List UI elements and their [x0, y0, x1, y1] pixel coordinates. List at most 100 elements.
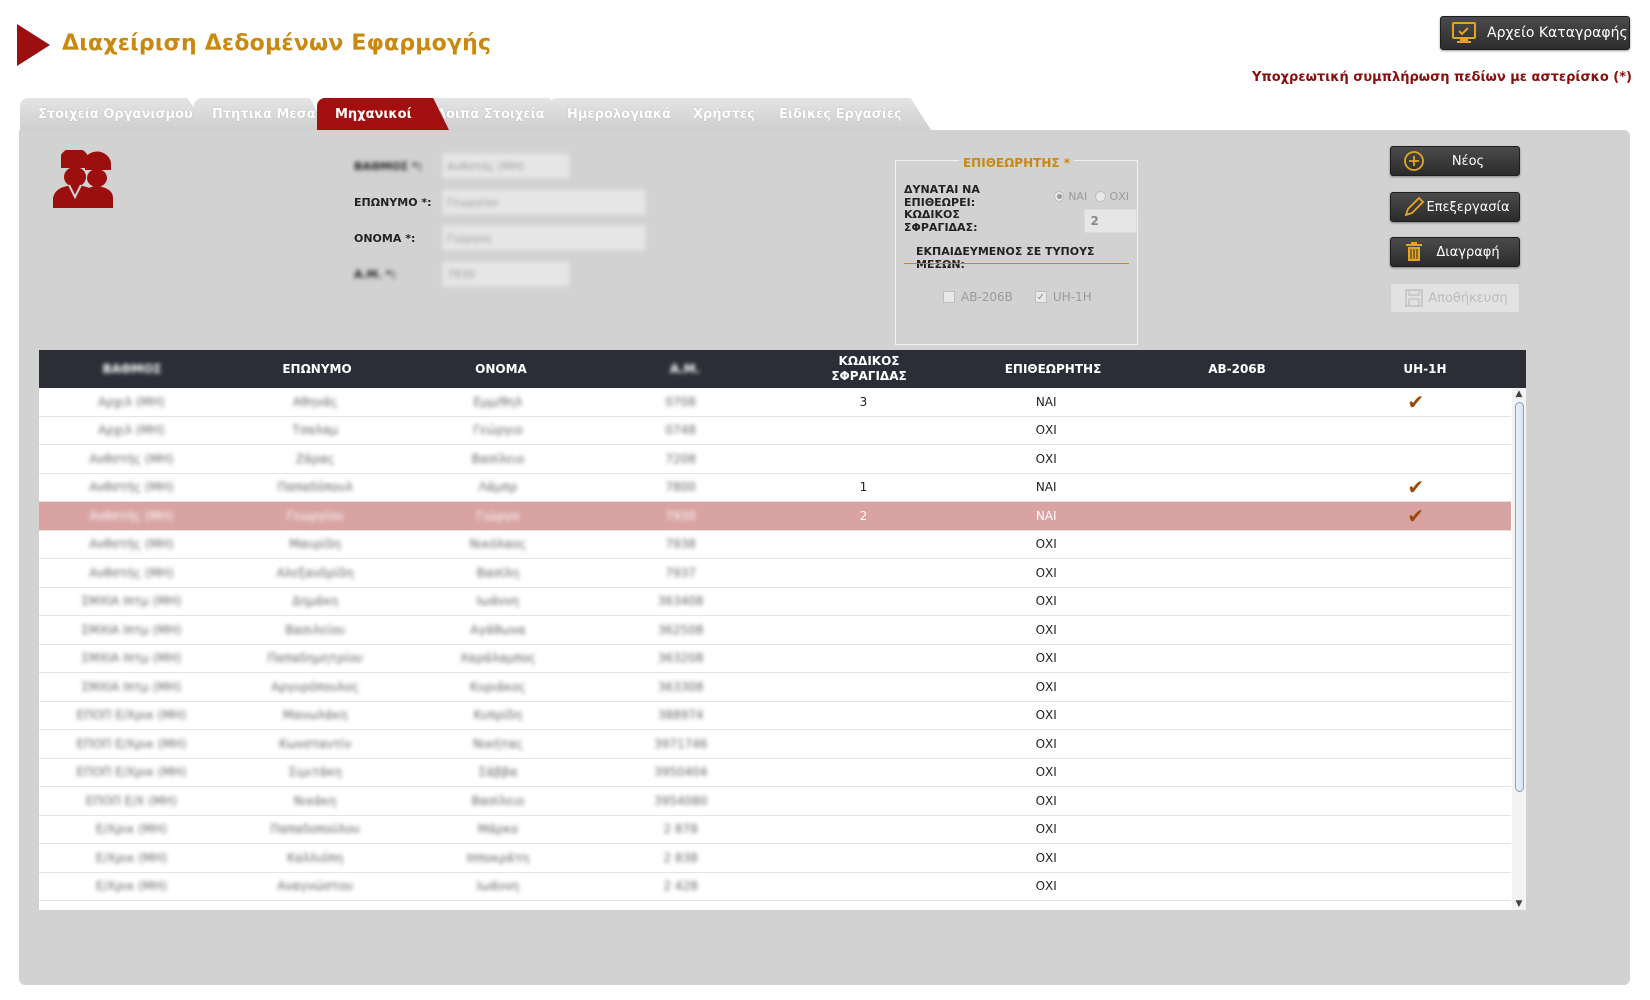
cell-inspector: ΟΧΙ [1035, 879, 1057, 894]
cell-ab206 [1138, 730, 1321, 758]
cell-surname: Δημάκη [292, 594, 339, 609]
tab-aircraft[interactable]: Πτητικά Μέσα [194, 98, 326, 130]
cell-uh1h [1320, 702, 1511, 730]
cell-rank: Ανθστής (ΜΗ) [89, 451, 174, 466]
surname-field-row: ΕΠΩΝΥΜΟ *: Γεωργίου [354, 189, 646, 215]
table-row[interactable]: ΣΜΧΙΑ Ιπτμ (ΜΗ) Δημάκη Ιωάννη 363408 ΟΧΙ [39, 588, 1511, 616]
cell-rank: Ανθστής (ΜΗ) [89, 508, 174, 523]
table-row[interactable]: ΕΠΟΠ Ε/Χ (ΜΗ) Νικάκη Βασίλειο 3954080 ΟΧΙ [39, 787, 1511, 816]
cell-inspector: ΟΧΙ [1035, 850, 1057, 865]
col-rank[interactable]: ΒΑΘΜΟΣ [39, 350, 225, 388]
tab-special-tasks[interactable]: Ειδικές Εργασίες [761, 98, 931, 130]
col-inspector[interactable]: ΕΠΙΘΕΩΡΗΤΗΣ [961, 350, 1145, 388]
scroll-up-icon[interactable]: ▲ [1512, 388, 1526, 400]
log-file-button[interactable]: Αρχείο Καταγραφής [1440, 16, 1630, 50]
cell-seal [772, 559, 955, 587]
table-row[interactable]: ΣΜΧΙΑ Ιπτμ (ΜΗ) Αργυρόπουλος Κυριάκος 36330… [39, 673, 1511, 702]
table-row[interactable]: Ανθστής (ΜΗ) Γεωργίου Γιώργο 7930 2 ΝΑΙ ✔ [39, 502, 1511, 531]
table-row[interactable]: Ανθστής (ΜΗ) Παπαδόπουλ Λάμπρ 7800 1 ΝΑΙ ✔ [39, 474, 1511, 502]
delete-button-label: Διαγραφή [1436, 244, 1500, 260]
plus-circle-icon [1404, 151, 1424, 171]
cell-surname: Παπαδοπούλου [270, 822, 360, 837]
scroll-thumb[interactable] [1515, 402, 1524, 792]
cell-am: 0708 [665, 394, 696, 409]
cell-seal: 1 [859, 480, 868, 495]
surname-input[interactable]: Γεωργίου [442, 189, 646, 215]
cell-am: 2 878 [663, 822, 698, 837]
cell-seal [772, 673, 955, 701]
table-header: ΒΑΘΜΟΣ ΕΠΩΝΥΜΟ ΟΝΟΜΑ Α.Μ. ΚΩΔΙΚΟΣ ΣΦΡΑΓΙ… [39, 350, 1526, 388]
cell-seal [772, 702, 955, 730]
cell-am: 363208 [657, 651, 704, 666]
table-row[interactable]: Αρχιλ (ΜΗ) Αθηνάς Εμμ/θηλ 0708 3 ΝΑΙ ✔ [39, 388, 1511, 417]
table-row[interactable]: ΕΠΟΠ Ε/Χρικ (ΜΗ) Σιμιτάκη Σάββα 3950404 ΟΧΙ [39, 759, 1511, 787]
cell-rank: ΣΜΧΙΑ Ιπτμ (ΜΗ) [81, 622, 182, 637]
cell-ab206 [1138, 502, 1321, 530]
cell-ab206 [1138, 673, 1321, 701]
yes-radio[interactable] [1053, 190, 1065, 202]
delete-button[interactable]: Διαγραφή [1390, 237, 1520, 267]
table-row[interactable]: ΕΠΟΠ Ε/Χρικ (ΜΗ) Κωνσταντίν Νικήτας 3971746… [39, 730, 1511, 759]
am-input[interactable]: 7930 [442, 261, 570, 287]
table-row[interactable]: Ανθστής (ΜΗ) Ζάρας Βασίλειο 7208 ΟΧΙ [39, 445, 1511, 474]
cell-inspector: ΟΧΙ [1035, 822, 1057, 837]
divider [904, 263, 1129, 264]
table-row[interactable]: Ε/Χρικ (ΜΗ) Παπαδοπούλου Μάρκο 2 878 ΟΧΙ [39, 816, 1511, 844]
cell-ab206 [1138, 844, 1321, 872]
cell-uh1h [1320, 531, 1511, 559]
rank-input[interactable]: Ανθστής (ΜΗ) [442, 153, 570, 179]
trained-types-label: ΕΚΠΑΙΔΕΥΜΕΝΟΣ ΣΕ ΤΥΠΟΥΣ ΜΕΣΩΝ: [916, 245, 1095, 271]
cell-seal [772, 445, 955, 473]
col-surname[interactable]: ΕΠΩΝΥΜΟ [225, 350, 409, 388]
col-uh1h[interactable]: UH-1H [1329, 350, 1521, 388]
col-name[interactable]: ΟΝΟΜΑ [409, 350, 593, 388]
table-row[interactable]: ΣΜΧΙΑ Ιπτμ (ΜΗ) Παπαδημητρίου Χαράλαμπος 36… [39, 645, 1511, 673]
cell-name: Εμμ/θηλ [473, 394, 523, 409]
new-button[interactable]: Νέος [1390, 146, 1520, 176]
trash-icon [1406, 242, 1422, 261]
cell-ab206 [1138, 759, 1321, 787]
table-row[interactable]: Ε/Χρικ (ΜΗ) Αναγνώστου Ιωάννη 2 428 ΟΧΙ [39, 873, 1511, 901]
cell-surname: Παπαδόπουλ [277, 480, 353, 495]
tab-mechanics[interactable]: Μηχανικοί [317, 98, 449, 130]
no-radio[interactable] [1095, 190, 1106, 202]
cell-am: 0748 [665, 423, 696, 438]
rank-label: ΒΑΘΜΟΣ *: [354, 159, 423, 173]
cell-inspector: ΟΧΙ [1035, 594, 1057, 609]
col-seal-code[interactable]: ΚΩΔΙΚΟΣ ΣΦΡΑΓΙΔΑΣ [777, 350, 961, 388]
tab-organization[interactable]: Στοιχεία Οργανισμού [20, 98, 210, 130]
table-row[interactable]: ΣΜΧΙΑ Ιπτμ (ΜΗ) Βασιλείου Αγάθωνα 362508 ΟΧΙ [39, 616, 1511, 645]
table-row[interactable]: Ανθστής (ΜΗ) Αλεξανδρίδη Βασίλη 7937 ΟΧΙ [39, 559, 1511, 588]
vertical-scrollbar[interactable]: ▲ ▼ [1512, 388, 1526, 910]
ab206b-checkbox[interactable] [943, 291, 955, 303]
col-ab206b[interactable]: AB-206B [1145, 350, 1329, 388]
cell-uh1h [1320, 844, 1511, 872]
cell-seal [772, 616, 955, 644]
col-am[interactable]: Α.Μ. [593, 350, 777, 388]
seal-code-input[interactable]: 2 [1084, 209, 1137, 233]
cell-seal [772, 816, 955, 844]
cell-inspector: ΟΧΙ [1035, 423, 1057, 438]
can-inspect-label: ΔΥΝΑΤΑΙ ΝΑ ΕΠΙΘΕΩΡΕΙ: [904, 183, 980, 209]
cell-seal [772, 588, 955, 616]
table-row[interactable]: Ε/Χρικ (ΜΗ) Καλλιόπη Ιπποκράτη 2 838 ΟΧΙ [39, 844, 1511, 873]
table-row[interactable]: Ανθστής (ΜΗ) Μαυρίδη Νικόλαος 7938 ΟΧΙ [39, 531, 1511, 559]
save-button-label: Αποθήκευση [1428, 290, 1508, 306]
scroll-down-icon[interactable]: ▼ [1512, 898, 1526, 910]
cell-uh1h [1320, 559, 1511, 587]
cell-inspector: ΟΧΙ [1035, 679, 1057, 694]
edit-button[interactable]: Επεξεργασία [1390, 192, 1520, 222]
cell-am: 362508 [657, 622, 704, 637]
save-button[interactable]: Αποθήκευση [1390, 283, 1520, 313]
am-field-row: Α.Μ. *: 7930 [354, 261, 570, 287]
name-input[interactable]: Γιώργος [442, 225, 646, 251]
cell-surname: Παπαδημητρίου [267, 651, 363, 666]
edit-button-label: Επεξεργασία [1426, 199, 1510, 215]
cell-surname: Κωνσταντίν [279, 736, 352, 751]
uh1h-checkbox[interactable]: ✓ [1034, 291, 1047, 303]
cell-uh1h [1320, 645, 1511, 673]
cell-surname: Αθηνάς [292, 394, 338, 409]
floppy-disk-icon [1405, 289, 1423, 307]
table-row[interactable]: Αρχιλ (ΜΗ) Τσαλαμ Γεώργιο 0748 ΟΧΙ [39, 417, 1511, 445]
table-row[interactable]: ΕΠΟΠ Ε/Χρικ (ΜΗ) Μανωλάκη Κυπρίδη 388974 ΟΧΙ [39, 702, 1511, 730]
